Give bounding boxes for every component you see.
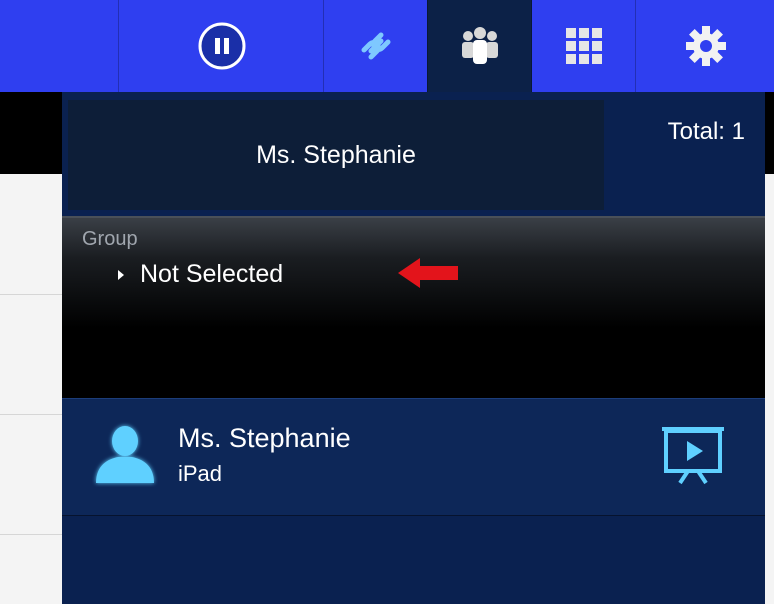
teacher-card[interactable]: Ms. Stephanie (68, 100, 604, 210)
top-toolbar (0, 0, 774, 93)
pause-icon (198, 22, 245, 70)
grid-button[interactable] (531, 0, 636, 92)
divider (0, 294, 62, 295)
group-selector[interactable]: Group Not Selected (62, 216, 765, 400)
group-value[interactable]: Not Selected (118, 260, 283, 289)
background-header-strip (0, 92, 62, 174)
divider (0, 534, 62, 535)
background-list (765, 174, 774, 604)
background-header-strip (765, 92, 774, 174)
group-button[interactable] (427, 0, 532, 92)
background-list (0, 174, 62, 604)
group-icon (462, 27, 498, 64)
total-count: Total: 1 (667, 118, 745, 145)
link-button[interactable] (323, 0, 428, 92)
student-name: Ms. Stephanie (178, 423, 351, 453)
red-arrow-icon (398, 258, 458, 288)
student-device: iPad (178, 461, 223, 486)
panel-empty-area (62, 516, 765, 604)
group-label: Group (82, 228, 138, 250)
user-icon (96, 426, 154, 483)
gear-icon (685, 26, 726, 66)
teacher-name: Ms. Stephanie (256, 140, 416, 169)
presentation-icon[interactable] (660, 425, 726, 487)
link-icon (361, 32, 391, 60)
grid-icon (566, 28, 602, 64)
student-row[interactable]: Ms. Stephanie iPad (62, 398, 765, 517)
divider (0, 414, 62, 415)
class-popover: Ms. Stephanie Total: 1 Group Not Selecte… (62, 92, 765, 604)
settings-button[interactable] (635, 0, 774, 92)
toolbar-blank (0, 0, 118, 92)
pause-button[interactable] (118, 0, 324, 92)
